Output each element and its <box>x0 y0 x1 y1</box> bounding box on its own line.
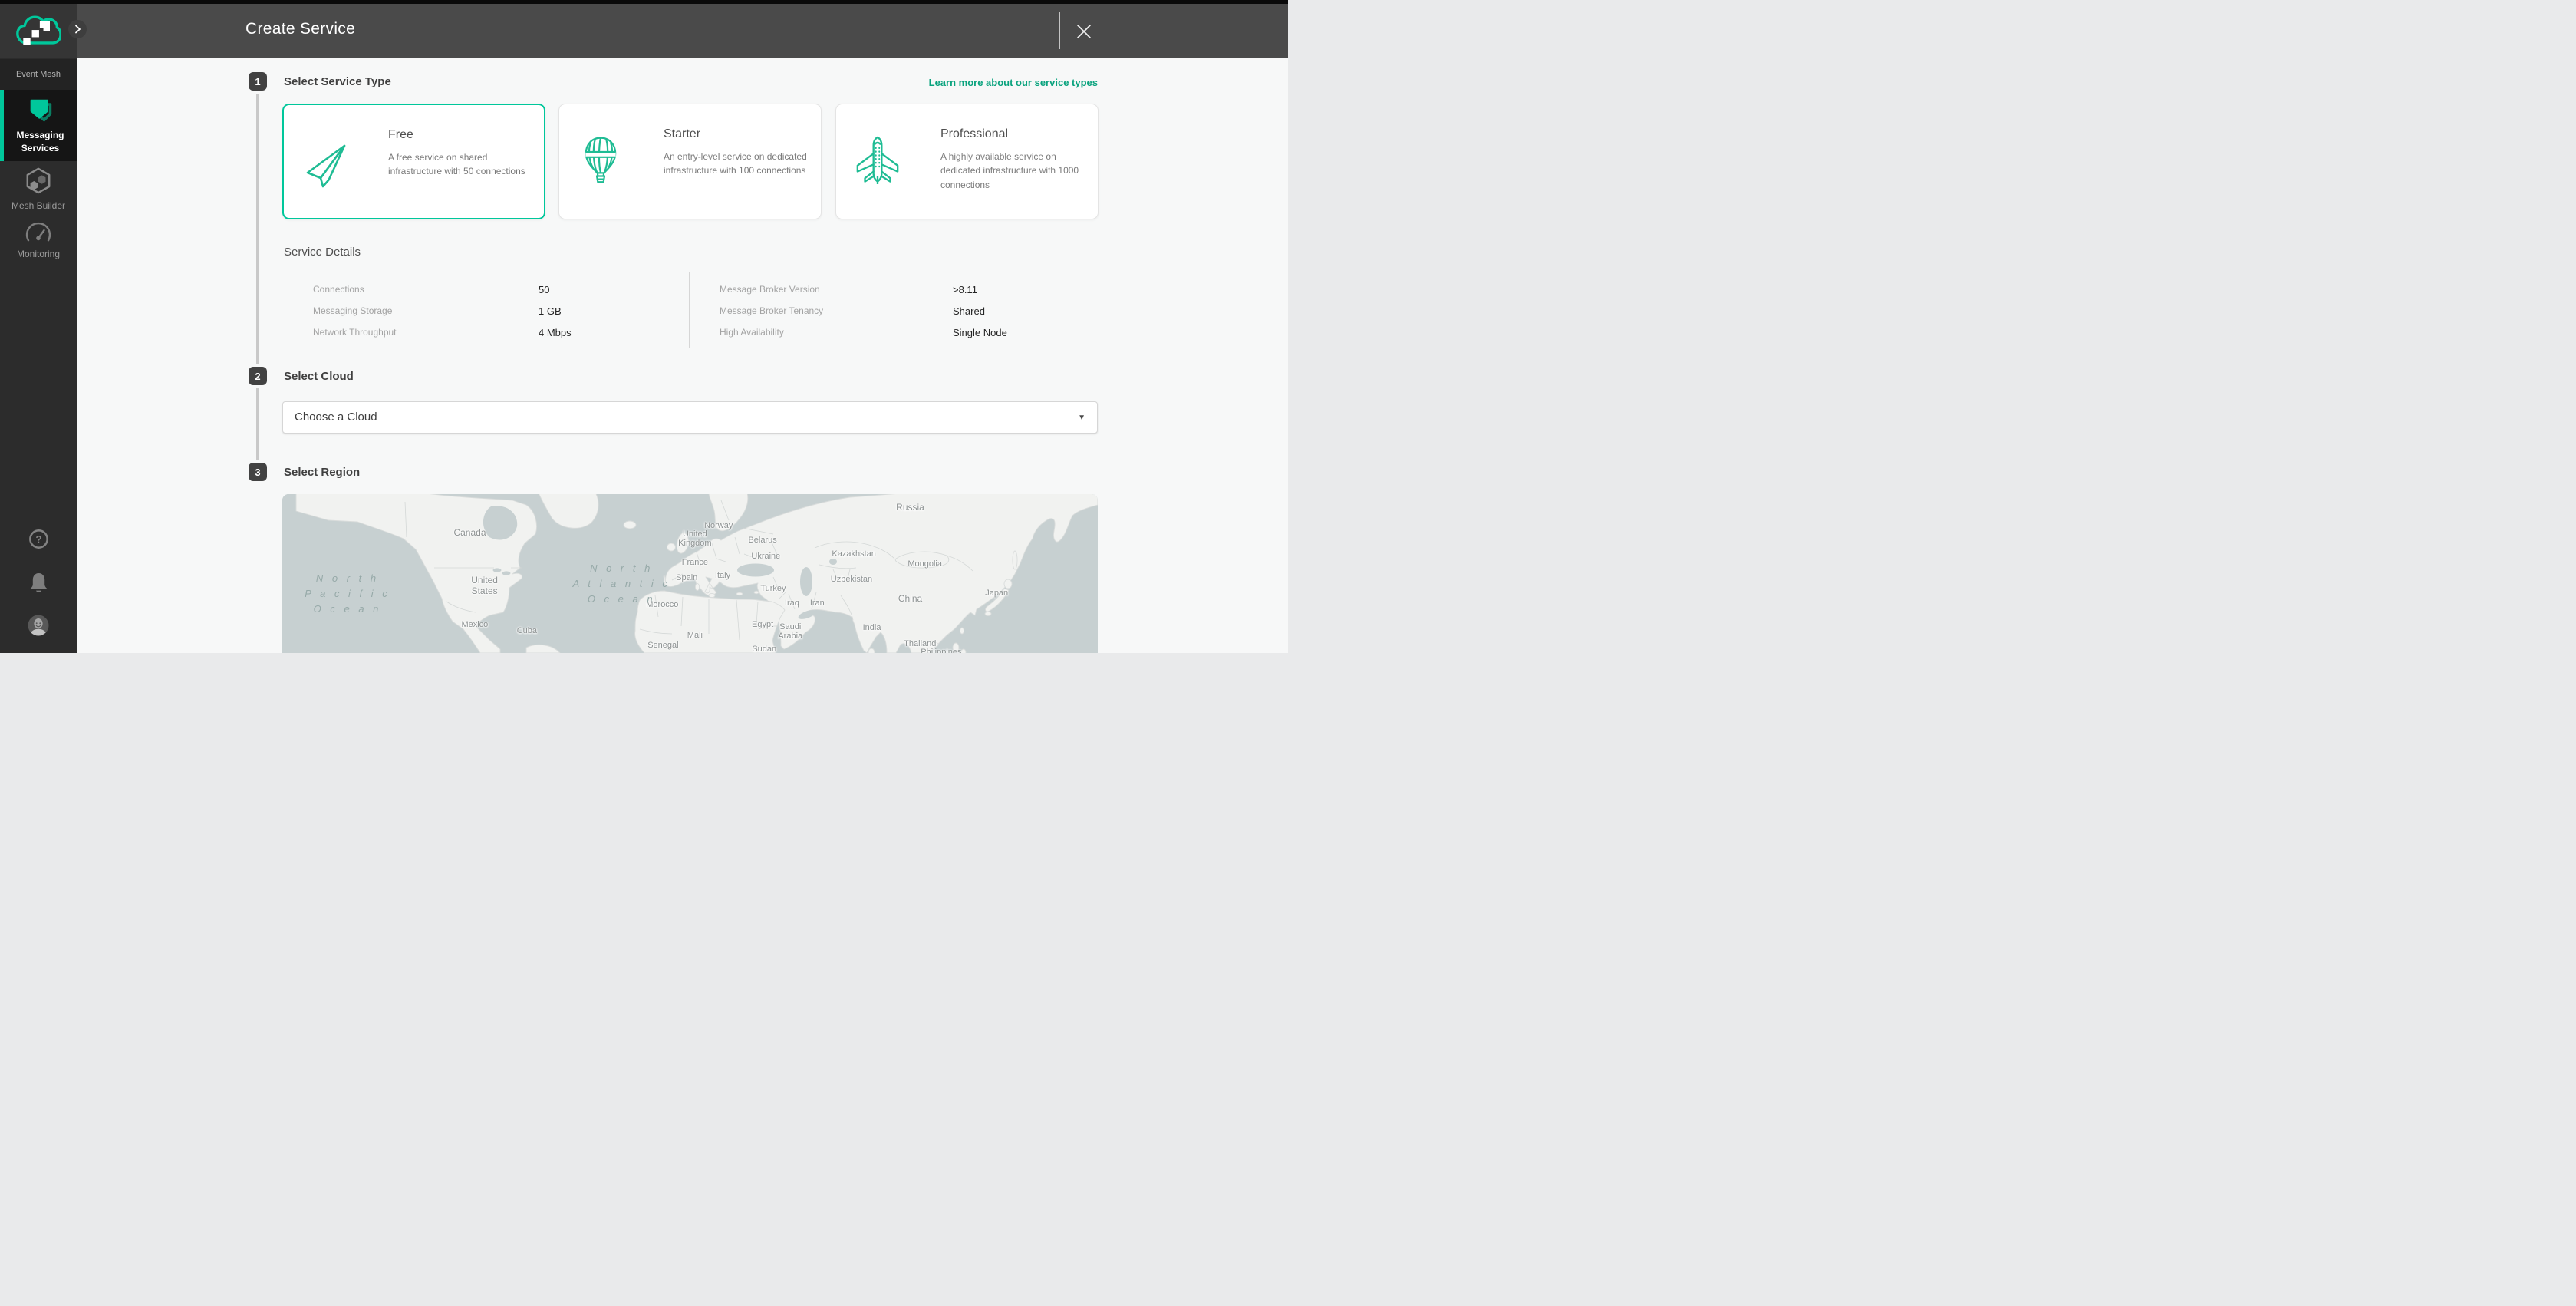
detail-value: Single Node <box>953 327 1007 338</box>
avatar-icon <box>28 615 49 636</box>
user-avatar-button[interactable] <box>0 615 77 636</box>
service-type-card-starter[interactable]: Starter An entry-level service on dedica… <box>558 104 822 219</box>
detail-value: 50 <box>539 284 549 295</box>
page-title: Create Service <box>245 20 355 38</box>
step-2-title: Select Cloud <box>284 370 354 383</box>
sidebar: Event Mesh Messaging Services Mesh Build… <box>0 4 77 653</box>
monitoring-gauge-icon <box>24 221 53 242</box>
step-connector <box>256 94 259 364</box>
event-mesh-label: Event Mesh <box>16 70 61 79</box>
dropdown-arrow-icon: ▼ <box>1078 414 1085 422</box>
hot-air-balloon-icon <box>576 135 625 184</box>
bell-icon <box>29 572 48 593</box>
step-3-badge: 3 <box>249 463 267 481</box>
detail-label: Network Throughput <box>313 327 397 338</box>
cloud-select-value: Choose a Cloud <box>295 411 377 424</box>
service-details-divider <box>689 272 690 348</box>
sidebar-item-label: Monitoring <box>17 248 60 261</box>
sidebar-item-mesh-builder[interactable]: Mesh Builder <box>0 167 77 216</box>
learn-more-link[interactable]: Learn more about our service types <box>929 77 1098 88</box>
header-divider <box>1059 12 1060 49</box>
detail-value: >8.11 <box>953 284 977 295</box>
service-type-card-professional[interactable]: Professional A highly available service … <box>835 104 1099 219</box>
dialog-header: Create Service <box>77 4 1288 58</box>
mesh-builder-hexagon-icon <box>24 167 53 194</box>
sidebar-expand-button[interactable] <box>68 20 87 38</box>
cloud-select-dropdown[interactable]: Choose a Cloud ▼ <box>282 401 1098 434</box>
step-1-title: Select Service Type <box>284 75 391 88</box>
detail-label: Message Broker Version <box>720 284 820 295</box>
chevron-right-icon <box>73 25 82 34</box>
step-1-badge: 1 <box>249 72 267 91</box>
close-icon <box>1076 23 1092 40</box>
close-button[interactable] <box>1071 18 1097 45</box>
sidebar-item-messaging-services[interactable]: Messaging Services <box>0 90 77 161</box>
step-connector <box>256 388 259 460</box>
sidebar-item-monitoring[interactable]: Monitoring <box>0 221 77 270</box>
airplane-icon <box>853 135 902 184</box>
detail-label: High Availability <box>720 327 784 338</box>
card-title: Starter <box>664 127 700 141</box>
detail-label: Message Broker Tenancy <box>720 305 823 316</box>
sidebar-item-label: Messaging Services <box>12 129 70 156</box>
notifications-button[interactable] <box>0 572 77 593</box>
logo-block <box>0 4 77 58</box>
service-type-card-free[interactable]: Free A free service on shared infrastruc… <box>282 104 545 219</box>
card-description: An entry-level service on dedicated infr… <box>664 150 808 178</box>
create-service-page: Event Mesh Messaging Services Mesh Build… <box>0 0 1288 653</box>
service-details-title: Service Details <box>284 246 361 259</box>
paper-plane-icon <box>301 139 350 188</box>
help-button[interactable]: ? <box>0 529 77 549</box>
card-description: A free service on shared infrastructure … <box>388 150 532 179</box>
region-map[interactable]: RussiaCanadaNorwayUnitedKingdomBelarusUk… <box>282 494 1098 653</box>
step-2-badge: 2 <box>249 367 267 385</box>
card-title: Free <box>388 128 413 142</box>
step-3-title: Select Region <box>284 466 360 479</box>
sidebar-item-label: Mesh Builder <box>12 200 65 213</box>
solace-cloud-logo <box>15 14 61 48</box>
detail-value: Shared <box>953 305 985 317</box>
shield-icon <box>28 97 53 124</box>
card-title: Professional <box>940 127 1008 141</box>
detail-value: 1 GB <box>539 305 562 317</box>
detail-label: Messaging Storage <box>313 305 392 316</box>
sidebar-section-event-mesh: Event Mesh <box>0 59 77 90</box>
detail-label: Connections <box>313 284 364 295</box>
help-icon: ? <box>28 529 49 549</box>
detail-value: 4 Mbps <box>539 327 572 338</box>
world-map-graphic <box>282 494 1098 653</box>
card-description: A highly available service on dedicated … <box>940 150 1085 192</box>
svg-text:?: ? <box>35 533 41 545</box>
